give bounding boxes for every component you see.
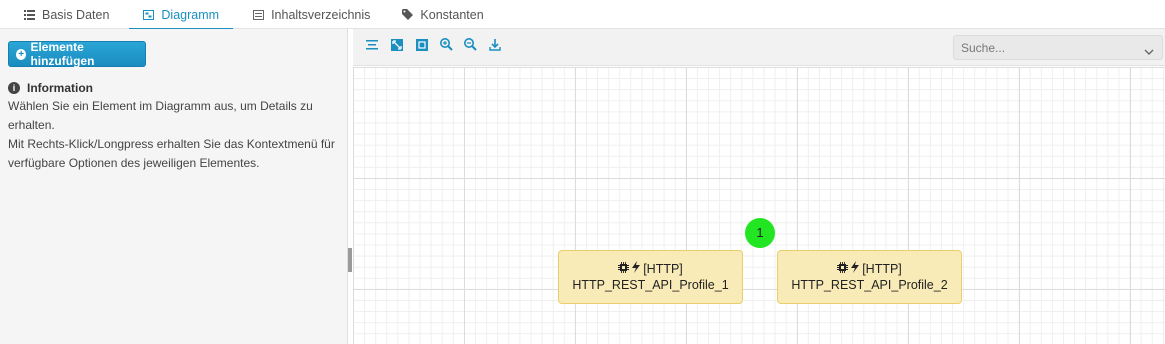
zoom-in-icon [439,38,453,56]
info-heading: i Information [8,81,93,95]
app: Basis Daten Diagramm Inhaltsverzeichnis … [0,0,1165,344]
diagram-area: [HTTP] HTTP_REST_API_Profile_1 [HTTP] HT… [353,29,1165,344]
details-panel: + Elemente hinzufügen i Information Wähl… [0,29,348,344]
info-line: Mit Rechts-Klick/Longpress erhalten Sie … [8,137,335,151]
panel-resize-handle[interactable] [348,248,352,272]
tab-bar: Basis Daten Diagramm Inhaltsverzeichnis … [0,0,1165,30]
bolt-icon [850,261,860,277]
align-button[interactable] [362,37,382,57]
add-elements-button[interactable]: + Elemente hinzufügen [8,40,146,68]
fit-icon [391,38,403,56]
diagram-toolbar [353,29,1165,66]
add-elements-label: Elemente hinzufügen [30,40,95,68]
download-button[interactable] [485,37,505,57]
tab-konstanten[interactable]: Konstanten [386,0,499,29]
tab-inhaltsverzeichnis[interactable]: Inhaltsverzeichnis [233,0,386,29]
tag-icon [402,9,414,20]
download-icon [489,38,501,56]
search-input[interactable] [954,36,1162,59]
zoom-out-icon [463,38,477,56]
node-name: HTTP_REST_API_Profile_1 [572,278,729,292]
plus-icon: + [16,48,27,60]
chip-icon [837,261,849,277]
align-icon [366,38,378,56]
tab-label: Diagramm [161,7,220,22]
diagram-canvas[interactable]: [HTTP] HTTP_REST_API_Profile_1 [HTTP] HT… [353,67,1165,344]
info-line: Wählen Sie ein Element im Diagramm aus, … [8,99,313,132]
diagram-node[interactable]: [HTTP] HTTP_REST_API_Profile_1 [558,250,743,304]
tab-label: Basis Daten [42,7,110,22]
node-name: HTTP_REST_API_Profile_2 [791,278,948,292]
search-select[interactable] [953,35,1163,60]
diagram-node[interactable]: [HTTP] HTTP_REST_API_Profile_2 [777,250,962,304]
info-icon: i [8,82,20,94]
tab-label: Konstanten [420,7,484,22]
info-line: verfügbare Optionen des jeweiligen Eleme… [8,156,260,170]
tab-label: Inhaltsverzeichnis [271,7,371,22]
chip-icon [618,261,630,277]
fit-button[interactable] [387,37,407,57]
zoom-out-button[interactable] [460,37,480,57]
zoom-in-button[interactable] [436,37,456,57]
node-type: [HTTP] [862,262,902,276]
bolt-icon [631,261,641,277]
chevron-down-icon [1144,43,1154,61]
list-icon [24,9,35,20]
tab-basis-daten[interactable]: Basis Daten [0,0,125,29]
info-title: Information [27,81,93,95]
node-type: [HTTP] [643,262,683,276]
info-text: Wählen Sie ein Element im Diagramm aus, … [8,97,348,173]
fit-selection-icon [416,38,428,56]
fit-selection-button[interactable] [412,37,432,57]
diagram-icon [143,9,155,20]
count-badge[interactable]: 1 [745,218,775,248]
tab-diagramm[interactable]: Diagramm [129,0,233,30]
index-icon [253,9,265,20]
